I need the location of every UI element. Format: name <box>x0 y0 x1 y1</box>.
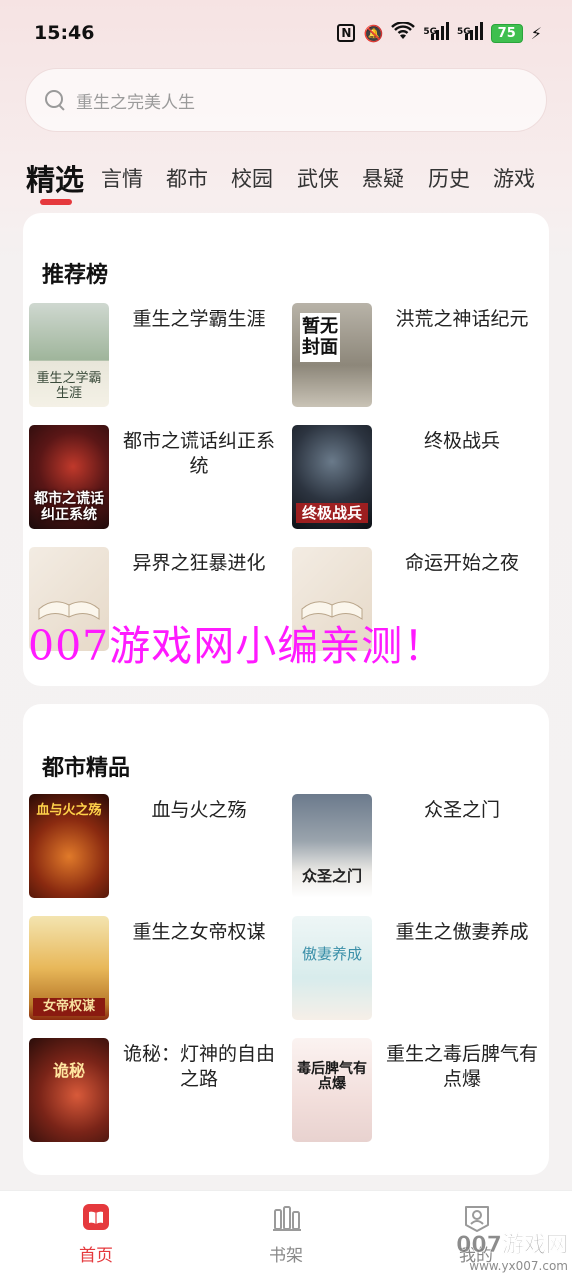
book-cover: 都市之谎话纠正系统 <box>29 425 109 529</box>
corner-watermark-url: www.yx007.com <box>469 1259 568 1273</box>
nav-bookshelf[interactable]: 书架 <box>246 1203 326 1266</box>
charging-icon: ⚡ <box>530 23 542 43</box>
tab-history[interactable]: 历史 <box>428 163 470 193</box>
status-icons: N 🔕 5G 5G 75 ⚡ <box>337 21 542 44</box>
nav-home[interactable]: 首页 <box>56 1203 136 1266</box>
book-title: 重生之傲妻养成 <box>395 921 529 943</box>
book-title: 命运开始之夜 <box>404 552 519 574</box>
book-title: 众圣之门 <box>423 799 500 821</box>
bookshelf-icon <box>272 1203 301 1231</box>
book-item[interactable]: 女帝权谋 重生之女帝权谋 <box>23 916 273 1026</box>
cover-title: 诡秘 <box>52 1061 85 1080</box>
tab-game[interactable]: 游戏 <box>493 163 535 193</box>
book-cover: 诡秘 <box>29 1038 109 1142</box>
book-item[interactable]: 毒后脾气有点爆 重生之毒后脾气有点爆 <box>286 1038 538 1148</box>
tab-romance[interactable]: 言情 <box>101 163 143 193</box>
book-cover: 傲妻养成 <box>292 916 372 1020</box>
corner-watermark-title: 007游戏网 <box>456 1233 568 1259</box>
nav-label: 首页 <box>79 1246 113 1266</box>
section-title: 推荐榜 <box>42 263 109 288</box>
book-title: 诡秘：灯神的自由之路 <box>122 1043 275 1090</box>
cover-title: 血与火之殇 <box>36 803 102 818</box>
book-item[interactable]: 傲妻养成 重生之傲妻养成 <box>286 916 536 1026</box>
watermark-text: 007游戏网小编亲测！ <box>28 622 446 670</box>
book-cover: 众圣之门 <box>292 794 372 898</box>
cover-title: 毒后脾气有点爆 <box>297 1061 367 1093</box>
book-cover: 重生之学霸生涯 <box>29 303 109 407</box>
tab-urban[interactable]: 都市 <box>166 163 208 193</box>
book-cover: 女帝权谋 <box>29 916 109 1020</box>
book-title: 异界之狂暴进化 <box>132 552 266 574</box>
cover-title: 暂无封面 <box>300 313 340 363</box>
cover-title: 终极战兵 <box>296 502 368 523</box>
search-icon <box>44 89 66 111</box>
category-tabs: 精选 言情 都市 校园 武侠 悬疑 历史 游戏 <box>0 155 572 205</box>
book-item[interactable]: 暂无封面 洪荒之神话纪元 <box>286 303 536 413</box>
status-bar: 15:46 N 🔕 5G 5G 75 ⚡ <box>0 0 572 66</box>
cover-title: 都市之谎话纠正系统 <box>34 491 104 523</box>
book-item[interactable]: 诡秘 诡秘：灯神的自由之路 <box>23 1038 275 1148</box>
tab-mystery[interactable]: 悬疑 <box>362 163 404 193</box>
book-item[interactable]: 都市之谎话纠正系统 都市之谎话纠正系统 <box>23 425 275 535</box>
signal-1-icon: 5G <box>423 22 450 44</box>
book-item[interactable]: 重生之学霸生涯 重生之学霸生涯 <box>23 303 273 413</box>
book-item[interactable]: 众圣之门 众圣之门 <box>286 794 536 904</box>
book-item[interactable]: 血与火之殇 血与火之殇 <box>23 794 273 904</box>
section-urban-picks: 都市精品 血与火之殇 血与火之殇 众圣之门 众圣之门 女帝权谋 重生之女帝权谋 … <box>23 704 549 1175</box>
bottom-nav: 首页 书架 我的 007游戏网 www.yx007.com <box>0 1190 572 1279</box>
book-title: 重生之毒后脾气有点爆 <box>385 1043 538 1090</box>
status-time: 15:46 <box>34 22 95 44</box>
tab-indicator <box>40 199 72 205</box>
book-title: 重生之女帝权谋 <box>132 921 266 943</box>
cover-title: 重生之学霸生涯 <box>36 371 102 401</box>
book-title: 洪荒之神话纪元 <box>395 308 529 330</box>
search-bar[interactable]: 重生之完美人生 <box>25 68 547 132</box>
mute-icon: 🔕 <box>363 23 384 43</box>
search-placeholder: 重生之完美人生 <box>76 92 195 113</box>
book-open-icon <box>82 1203 110 1231</box>
cover-title: 傲妻养成 <box>301 945 362 963</box>
tab-wuxia[interactable]: 武侠 <box>297 163 339 193</box>
signal-2-icon: 5G <box>457 22 483 44</box>
book-title: 终极战兵 <box>423 430 500 452</box>
tab-campus[interactable]: 校园 <box>231 163 273 193</box>
book-title: 血与火之殇 <box>151 799 247 821</box>
book-cover: 血与火之殇 <box>29 794 109 898</box>
book-cover: 暂无封面 <box>292 303 372 407</box>
nav-label: 书架 <box>269 1246 303 1266</box>
book-cover: 毒后脾气有点爆 <box>292 1038 372 1142</box>
section-title: 都市精品 <box>42 756 131 781</box>
book-title: 重生之学霸生涯 <box>132 308 266 330</box>
book-cover: 终极战兵 <box>292 425 372 529</box>
cover-title: 众圣之门 <box>301 866 362 885</box>
tab-featured[interactable]: 精选 <box>26 157 84 199</box>
book-title: 都市之谎话纠正系统 <box>122 430 275 477</box>
corner-watermark: 007游戏网 www.yx007.com <box>456 1227 568 1273</box>
book-item[interactable]: 终极战兵 终极战兵 <box>286 425 536 535</box>
battery-indicator: 75 <box>490 23 523 43</box>
nfc-icon: N <box>337 24 356 42</box>
wifi-icon <box>391 21 416 44</box>
cover-title: 女帝权谋 <box>33 997 105 1016</box>
